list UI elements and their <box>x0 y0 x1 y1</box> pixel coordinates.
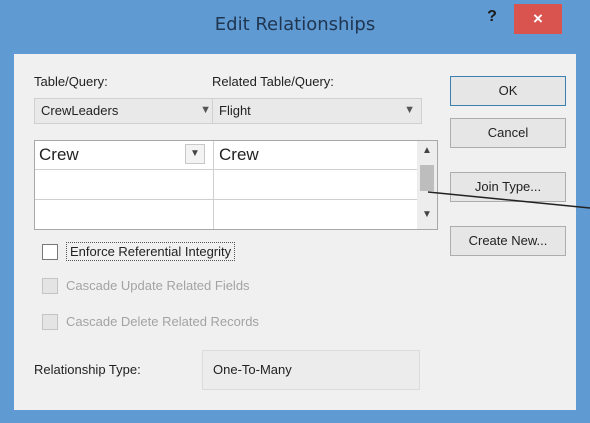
callout-line <box>427 191 590 209</box>
